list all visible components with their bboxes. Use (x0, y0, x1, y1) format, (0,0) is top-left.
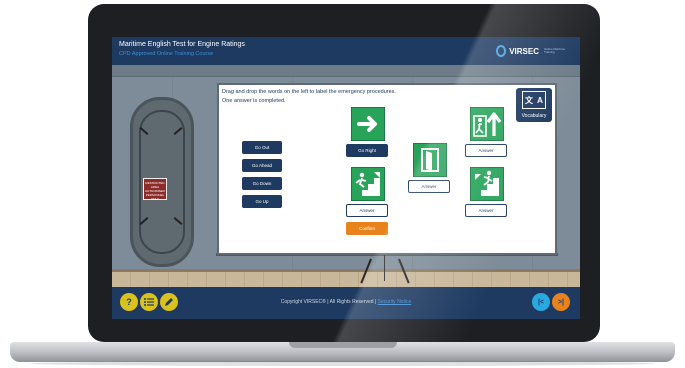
header: Maritime English Test for Engine Ratings… (112, 37, 580, 65)
arrow-right-sign-icon (351, 107, 385, 141)
answer-running-up[interactable]: Answer (465, 144, 507, 157)
virsec-logo: VIRSEC Online Maritime Training (496, 44, 566, 58)
word-go-ahead[interactable]: Go Ahead (242, 159, 282, 172)
restricted-area-sign: RESTRICTED AREA AUTHORISED PERSONNEL ONL… (143, 178, 167, 201)
word-go-up[interactable]: Go Up (242, 195, 282, 208)
book-icon: 文 A (522, 91, 546, 109)
skip-back-icon: |< (537, 298, 545, 306)
previous-button[interactable]: |< (532, 293, 550, 311)
security-notice-link[interactable]: Security Notice (378, 299, 412, 305)
word-go-down[interactable]: Go Down (242, 177, 282, 190)
answer-exit-door[interactable]: Answer (408, 180, 450, 193)
ceiling-beam (112, 65, 580, 77)
answer-arrow-right[interactable]: Go Right (346, 144, 388, 157)
answer-stairs-up[interactable]: Answer (465, 204, 507, 217)
exit-door-sign-icon (413, 143, 447, 177)
skip-forward-icon: >| (557, 298, 565, 306)
footer: ? Copyright VIRSEC® | All Rights Reserve… (112, 287, 580, 319)
confirm-button[interactable]: Confirm (346, 222, 388, 235)
copyright-text: Copyright VIRSEC® | All Rights Reserved … (280, 299, 412, 305)
logo-mark-icon (496, 45, 507, 57)
course-title: Maritime English Test for Engine Ratings (119, 41, 245, 48)
course-subtitle: CPD Approved Online Training Course (119, 51, 214, 57)
stairs-down-sign-icon (351, 167, 385, 201)
running-man-up-sign-icon (470, 107, 504, 141)
word-go-out[interactable]: Go Out (242, 141, 282, 154)
stairs-up-sign-icon (470, 167, 504, 201)
next-button[interactable]: >| (552, 293, 570, 311)
laptop-mockup: Maritime English Test for Engine Ratings… (0, 0, 685, 368)
vocabulary-button[interactable]: 文 A Vocabulary (516, 88, 552, 122)
instructions: Drag and drop the words on the left to l… (222, 89, 396, 104)
laptop-notch (289, 342, 397, 348)
board-tripod (384, 255, 385, 281)
app-screen: Maritime English Test for Engine Ratings… (112, 37, 580, 319)
answer-stairs-down[interactable]: Answer (346, 204, 388, 217)
activity-board: Drag and drop the words on the left to l… (217, 83, 557, 255)
